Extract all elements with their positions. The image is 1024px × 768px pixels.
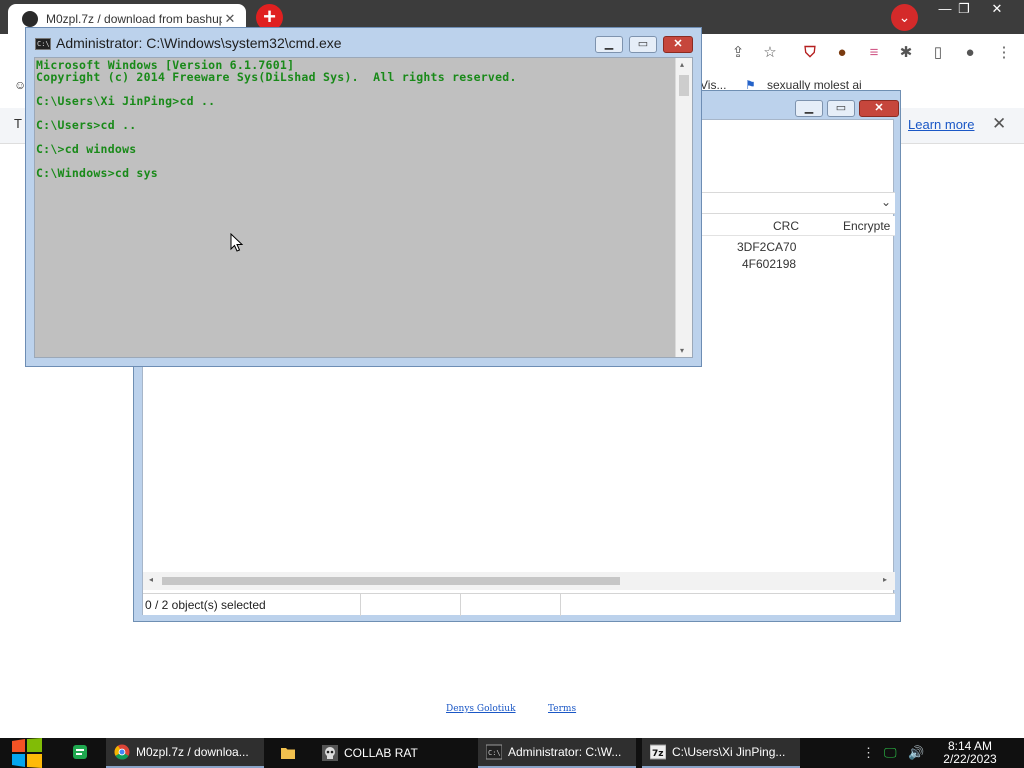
- browser-restore-button[interactable]: ❐: [947, 0, 981, 18]
- archive-maximize-button[interactable]: ▭: [827, 100, 855, 117]
- browser-close-button[interactable]: ✕: [980, 0, 1014, 18]
- console-line: C:\Users>cd ..: [36, 118, 137, 132]
- scroll-left-icon[interactable]: ◂: [149, 575, 153, 584]
- menu-dots-icon[interactable]: ⋮: [994, 43, 1014, 63]
- windows-start-icon[interactable]: [10, 738, 44, 768]
- extensions-puzzle-icon[interactable]: ✱: [896, 43, 916, 63]
- scroll-up-icon[interactable]: ▴: [680, 60, 684, 69]
- profile-icon[interactable]: ●: [960, 43, 980, 63]
- cmd-minimize-button[interactable]: ▁: [595, 36, 623, 53]
- status-segment: [361, 594, 461, 616]
- taskbar-item-label: Administrator: C:\W...: [508, 745, 622, 759]
- console-line: Copyright (c) 2014 Freeware Sys(DiLshad …: [36, 70, 517, 84]
- footer-link-author[interactable]: Denys Golotiuk: [446, 704, 516, 714]
- taskbar-item-label: C:\Users\Xi JinPing...: [672, 745, 786, 759]
- tray-overflow-icon[interactable]: ⋮: [862, 745, 875, 761]
- console-icon: C:\: [35, 38, 51, 50]
- archive-horizontal-scrollbar[interactable]: ◂ ▸: [143, 572, 895, 590]
- console-line: C:\Users\Xi JinPing>cd ..: [36, 94, 216, 108]
- chevron-down-icon[interactable]: ⌄: [891, 4, 918, 31]
- extension-flag-icon[interactable]: ≡: [864, 43, 884, 63]
- chrome-icon: [114, 744, 130, 760]
- scroll-down-icon[interactable]: ▾: [680, 346, 684, 355]
- archive-7z-icon: 7z: [650, 744, 666, 760]
- svg-text:7z: 7z: [652, 749, 664, 759]
- status-segment: [561, 594, 895, 616]
- app-taskbar-icon[interactable]: [72, 744, 88, 763]
- taskbar-item-7zip[interactable]: 7z C:\Users\Xi JinPing...: [642, 738, 800, 768]
- taskbar-item-collab-rat[interactable]: COLLAB RAT: [314, 738, 472, 768]
- info-bar-text: T: [14, 116, 22, 131]
- info-bar-close-icon[interactable]: ✕: [992, 114, 1006, 134]
- column-crc[interactable]: CRC: [773, 219, 799, 233]
- extension-avatar-icon[interactable]: ●: [832, 43, 852, 63]
- column-encrypted[interactable]: Encrypte: [843, 219, 890, 233]
- cmd-close-button[interactable]: ✕: [663, 36, 693, 53]
- chevron-down-icon: ⌄: [880, 195, 891, 209]
- taskbar-item-label: COLLAB RAT: [344, 746, 418, 760]
- taskbar-item-cmd[interactable]: C:\ Administrator: C:\W...: [478, 738, 636, 768]
- footer-link-terms[interactable]: Terms: [548, 704, 576, 714]
- table-row-crc-1[interactable]: 3DF2CA70: [737, 240, 796, 254]
- table-row-crc-2[interactable]: 4F602198: [742, 257, 796, 271]
- archive-status-bar: 0 / 2 object(s) selected: [143, 593, 895, 616]
- network-icon[interactable]: 🖵: [884, 745, 897, 761]
- taskbar-item-browser[interactable]: M0zpl.7z / downloa...: [106, 738, 264, 768]
- bookmark-star-icon[interactable]: ☆: [760, 43, 780, 63]
- selection-status: 0 / 2 object(s) selected: [143, 594, 361, 616]
- ublock-icon[interactable]: ⛉: [800, 43, 820, 63]
- folder-icon: [281, 748, 295, 759]
- cmd-window-title: Administrator: C:\Windows\system32\cmd.e…: [56, 35, 342, 51]
- taskbar-clock[interactable]: 8:14 AM 2/22/2023: [930, 740, 1010, 766]
- scrollbar-thumb[interactable]: [679, 75, 689, 96]
- cmd-window: C:\ Administrator: C:\Windows\system32\c…: [25, 27, 702, 367]
- taskbar-item-label: M0zpl.7z / downloa...: [136, 745, 249, 759]
- tab-close-icon[interactable]: ✕: [222, 11, 238, 27]
- console-line: C:\Windows>cd sys: [36, 166, 158, 180]
- side-panel-icon[interactable]: ▯: [928, 43, 948, 63]
- status-segment: [461, 594, 561, 616]
- archive-minimize-button[interactable]: ▁: [795, 100, 823, 117]
- cmd-maximize-button[interactable]: ▭: [629, 36, 657, 53]
- clock-date: 2/22/2023: [943, 752, 997, 766]
- console-line: C:\>cd windows: [36, 142, 137, 156]
- browser-tab-title: M0zpl.7z / download from bashupload: [46, 12, 222, 26]
- cloud-upload-icon: [22, 11, 38, 27]
- volume-icon[interactable]: 🔊: [908, 745, 924, 761]
- skull-icon: [322, 745, 338, 761]
- learn-more-link[interactable]: Learn more: [908, 117, 974, 132]
- cmd-vertical-scrollbar[interactable]: ▴ ▾: [675, 58, 692, 357]
- share-icon[interactable]: ⇪: [728, 43, 748, 63]
- mouse-cursor-icon: [230, 233, 244, 252]
- svg-text:C:\: C:\: [488, 749, 501, 757]
- green-app-icon: [73, 745, 87, 759]
- cmd-console[interactable]: Microsoft Windows [Version 6.1.7601] Cop…: [34, 57, 693, 358]
- taskbar-item-explorer[interactable]: [272, 738, 306, 768]
- console-icon: C:\: [486, 744, 502, 760]
- archive-close-button[interactable]: ✕: [859, 100, 899, 117]
- scroll-right-icon[interactable]: ▸: [883, 575, 887, 584]
- scrollbar-thumb[interactable]: [162, 577, 620, 585]
